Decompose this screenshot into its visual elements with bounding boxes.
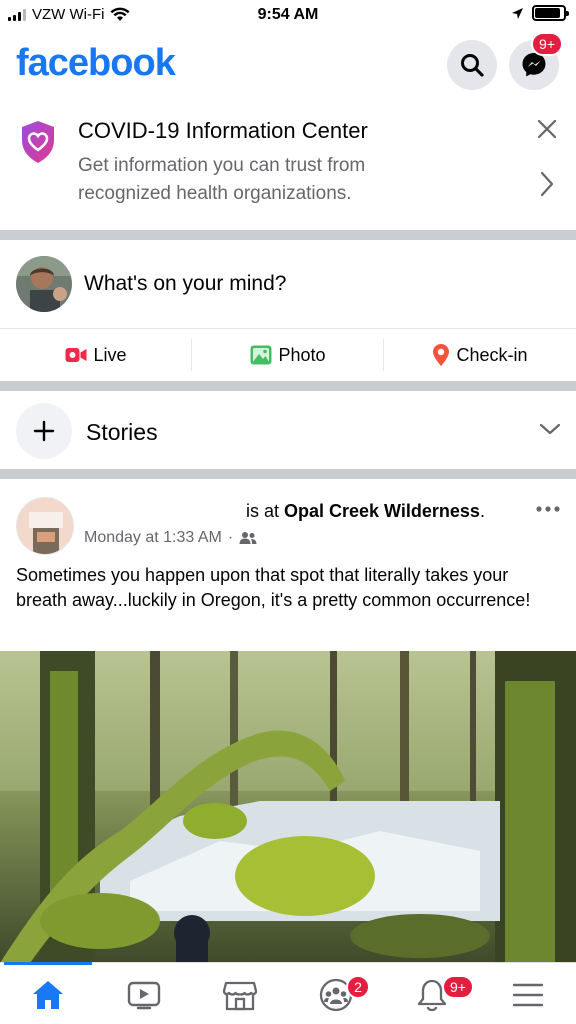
composer-actions: Live Photo Check-in <box>0 329 576 381</box>
friends-audience-icon <box>239 532 257 544</box>
home-icon <box>33 981 63 1009</box>
live-button[interactable]: Live <box>0 329 192 381</box>
active-tab-indicator <box>4 962 92 965</box>
plus-icon <box>33 420 55 442</box>
app-header: facebook 9+ <box>0 32 576 96</box>
messenger-button[interactable]: 9+ <box>509 32 563 90</box>
stories-section[interactable]: Stories <box>0 393 576 469</box>
composer-prompt[interactable]: What's on your mind? <box>84 272 286 296</box>
action-separator <box>191 339 192 371</box>
messenger-badge: 9+ <box>531 32 563 56</box>
check-in-button[interactable]: Check-in <box>384 329 576 381</box>
tab-watch[interactable] <box>96 971 192 1019</box>
post-header: is at Opal Creek Wilderness. <box>246 501 485 522</box>
post-photo[interactable] <box>0 651 576 963</box>
post-composer[interactable]: What's on your mind? <box>0 242 576 328</box>
more-options-icon[interactable] <box>536 505 560 513</box>
chevron-down-icon[interactable] <box>538 421 562 437</box>
hamburger-menu-icon <box>512 983 544 1007</box>
post-prefix: is at <box>246 501 285 521</box>
photo-label: Photo <box>278 344 326 365</box>
battery-level <box>535 8 561 18</box>
bottom-tab-bar: 2 9+ <box>0 962 576 1024</box>
location-pin-icon <box>433 344 450 366</box>
notifications-badge: 9+ <box>442 975 474 999</box>
search-icon <box>461 54 484 77</box>
live-video-icon <box>65 348 87 362</box>
status-bar: VZW Wi-Fi 9:54 AM <box>0 0 576 32</box>
video-play-icon <box>127 981 161 1010</box>
chevron-right-icon <box>540 171 554 197</box>
post-meta: Monday at 1:33 AM · <box>84 529 257 547</box>
tab-groups[interactable]: 2 <box>288 971 384 1019</box>
forest-photo <box>0 651 576 963</box>
groups-badge: 2 <box>346 975 370 999</box>
author-photo <box>17 498 73 554</box>
covid-info-card[interactable]: COVID-19 Information Center Get informat… <box>0 100 576 230</box>
post-suffix: . <box>479 501 485 521</box>
section-divider <box>0 469 576 479</box>
tab-marketplace[interactable] <box>192 971 288 1019</box>
post-place-link[interactable]: Opal Creek Wilderness <box>284 501 480 521</box>
check-in-label: Check-in <box>456 344 528 365</box>
facebook-logo[interactable]: facebook <box>16 42 176 85</box>
section-divider <box>0 381 576 391</box>
battery-icon <box>532 5 569 21</box>
post-timestamp[interactable]: Monday at 1:33 AM <box>84 529 222 547</box>
post-text: Sometimes you happen upon that spot that… <box>16 565 531 610</box>
close-icon[interactable] <box>534 116 560 142</box>
tab-menu[interactable] <box>480 971 576 1019</box>
live-label: Live <box>93 344 127 365</box>
photo-icon <box>250 345 272 365</box>
post-author-avatar[interactable] <box>16 497 74 555</box>
covid-card-title: COVID-19 Information Center <box>78 118 368 143</box>
search-button[interactable] <box>447 40 497 90</box>
status-right <box>511 5 569 21</box>
meta-separator: · <box>227 529 234 546</box>
status-time: 9:54 AM <box>257 6 319 23</box>
add-story-button[interactable] <box>16 403 72 459</box>
my-avatar[interactable] <box>16 256 72 312</box>
photo-button[interactable]: Photo <box>192 329 384 381</box>
stories-label: Stories <box>86 419 158 445</box>
marketplace-shop-icon <box>222 981 258 1011</box>
action-separator <box>383 339 384 371</box>
section-divider <box>0 230 576 240</box>
covid-card-description: Get information you can trust from recog… <box>78 155 366 204</box>
tab-home[interactable] <box>0 971 96 1019</box>
tab-notifications[interactable]: 9+ <box>384 971 480 1019</box>
profile-photo <box>16 256 72 312</box>
heart-shield-icon <box>22 121 54 163</box>
location-arrow-icon <box>512 7 523 19</box>
